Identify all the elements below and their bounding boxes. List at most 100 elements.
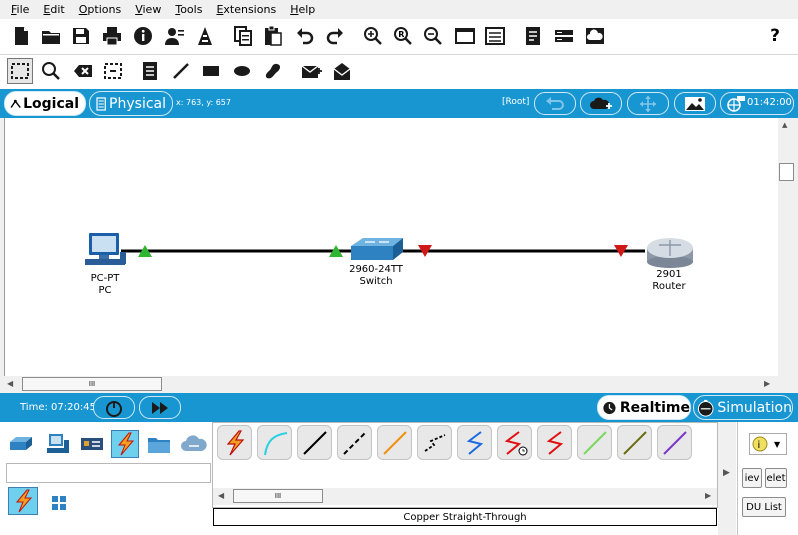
simple-pdu-icon[interactable] (298, 58, 324, 84)
serial-dte-button[interactable] (537, 425, 572, 460)
straight-through-button[interactable] (297, 425, 332, 460)
menu-file[interactable]: File (4, 3, 36, 16)
grid-icon[interactable] (45, 489, 73, 517)
network-devices-icon[interactable] (7, 430, 35, 458)
conn-scroll-thumb[interactable]: III (233, 489, 323, 503)
scroll-up-icon[interactable]: ▲ (782, 121, 787, 129)
tab-physical[interactable]: Physical (89, 91, 173, 116)
menu-options[interactable]: Options (72, 3, 128, 16)
scenario-select[interactable]: i ▼ (749, 433, 787, 455)
pdu-list-button[interactable]: DU List (742, 497, 786, 517)
server-icon[interactable] (551, 23, 577, 49)
serial-dce-button[interactable] (497, 425, 532, 460)
logical-workspace[interactable]: PC-PT PC 2960-24TT Switch 2901 Router (4, 118, 778, 376)
help-button[interactable]: ? (762, 23, 788, 49)
delete-icon[interactable] (70, 58, 96, 84)
menu-extensions[interactable]: Extensions (209, 3, 283, 16)
zoom-reset-icon[interactable]: R (390, 23, 416, 49)
usb-cable-button[interactable] (657, 425, 692, 460)
ellipse-icon[interactable] (229, 58, 255, 84)
crossover-button[interactable] (337, 425, 372, 460)
info-icon[interactable] (130, 23, 156, 49)
paste-icon[interactable] (260, 23, 286, 49)
switch-icon[interactable] (351, 238, 403, 260)
fast-forward-button[interactable] (139, 396, 181, 419)
menu-view[interactable]: View (128, 3, 168, 16)
undo-icon[interactable] (292, 23, 318, 49)
connections-icon[interactable] (111, 430, 139, 458)
console-cable-icon (263, 431, 287, 455)
horizontal-scroll-thumb[interactable]: III (22, 377, 162, 391)
save-icon[interactable] (68, 23, 94, 49)
inspect-icon[interactable] (38, 58, 64, 84)
end-devices-icon[interactable] (44, 430, 72, 458)
delete-scenario-button[interactable]: elet (765, 468, 787, 488)
collapse-strip[interactable]: ▶ (718, 422, 736, 535)
select-icon[interactable] (7, 58, 33, 84)
console-cable-button[interactable] (257, 425, 292, 460)
tab-realtime[interactable]: Realtime (597, 395, 691, 420)
move-object-button[interactable] (627, 92, 669, 115)
topology-svg (85, 233, 693, 268)
vertical-scroll-thumb[interactable] (779, 163, 794, 181)
straight-cable-icon (302, 430, 327, 455)
scroll-left-icon[interactable]: ◀ (7, 379, 13, 388)
coaxial-button[interactable] (457, 425, 492, 460)
back-button[interactable] (534, 92, 576, 115)
window-icon[interactable] (452, 23, 478, 49)
power-cycle-button[interactable] (93, 396, 135, 419)
new-cluster-button[interactable] (580, 92, 622, 115)
cloud-window-icon[interactable] (582, 23, 608, 49)
redo-icon[interactable] (322, 23, 348, 49)
tab-simulation[interactable]: Simulation (693, 395, 793, 420)
router-model: 2901 (656, 269, 682, 280)
rectangle-icon[interactable] (198, 58, 224, 84)
note-icon[interactable] (137, 58, 163, 84)
router-icon[interactable] (647, 238, 693, 268)
menu-edit[interactable]: Edit (36, 3, 71, 16)
horizontal-scrollbar[interactable]: ◀ III ▶ (4, 376, 778, 393)
pc-icon[interactable] (85, 233, 126, 265)
copy-icon[interactable] (230, 23, 256, 49)
device-search-field[interactable] (6, 463, 211, 483)
open-folder-icon[interactable] (38, 23, 64, 49)
user-icon[interactable] (161, 23, 187, 49)
freeform-icon[interactable] (260, 58, 286, 84)
document-icon[interactable] (520, 23, 546, 49)
line-draw-icon[interactable] (168, 58, 194, 84)
new-file-icon[interactable] (8, 23, 34, 49)
print-icon[interactable] (99, 23, 125, 49)
menu-accelerator: E (216, 3, 224, 16)
new-scenario-button[interactable]: iev (742, 468, 762, 488)
scroll-right-icon[interactable]: ▶ (764, 379, 770, 388)
fiber-button[interactable] (377, 425, 412, 460)
connections-scrollbar[interactable]: ◀ III ▶ (213, 488, 717, 505)
automatic-connection-button[interactable] (217, 425, 252, 460)
vertical-scrollbar[interactable]: ▲ (778, 118, 795, 376)
menu-help[interactable]: Help (283, 3, 322, 16)
conn-scroll-left-icon[interactable]: ◀ (218, 491, 224, 500)
zoom-in-icon[interactable] (360, 23, 386, 49)
multiuser-icon[interactable] (180, 430, 208, 458)
chevron-down-icon: ▼ (774, 439, 781, 449)
background-image-button[interactable] (674, 92, 716, 115)
wizard-icon[interactable] (192, 23, 218, 49)
complex-pdu-icon[interactable] (329, 58, 355, 84)
tab-logical-label: Logical (23, 95, 79, 112)
components-icon[interactable] (78, 430, 106, 458)
tab-logical[interactable]: Logical (4, 91, 86, 116)
list-icon[interactable] (482, 23, 508, 49)
iot-cable-button[interactable] (617, 425, 652, 460)
octal-button[interactable] (577, 425, 612, 460)
menu-tools[interactable]: Tools (168, 3, 209, 16)
power-cycle-icon (106, 400, 122, 417)
misc-icon[interactable] (145, 430, 173, 458)
conn-scroll-right-icon[interactable]: ▶ (705, 491, 711, 500)
zoom-out-icon[interactable] (420, 23, 446, 49)
resize-icon[interactable] (100, 58, 126, 84)
connections-subtype-icon[interactable] (8, 487, 38, 515)
scroll-grip: III (88, 380, 96, 388)
phone-cable-button[interactable] (417, 425, 452, 460)
collapse-arrow-icon[interactable]: ▶ (723, 468, 730, 478)
image-icon (685, 96, 705, 111)
